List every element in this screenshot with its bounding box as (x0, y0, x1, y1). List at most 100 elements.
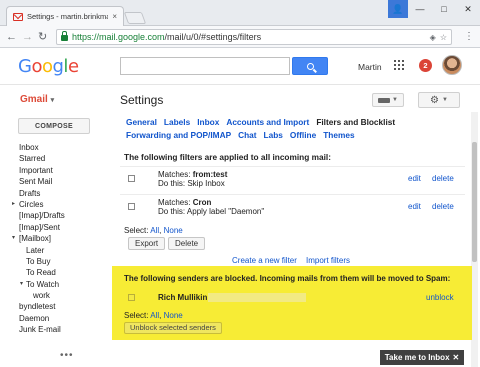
url-input[interactable]: https://mail.google.com/mail/u/0/#settin… (56, 29, 452, 45)
sidebar-item-later[interactable]: Later (0, 245, 112, 256)
url-host: https://mail.google.com (72, 32, 165, 42)
sidebar-item-to-buy[interactable]: To Buy (0, 256, 112, 267)
search-input[interactable] (120, 57, 290, 75)
close-icon[interactable]: ✕ (453, 353, 460, 362)
filter-select-controls: Select: All, None (124, 226, 183, 235)
sidebar-item-label: To Buy (26, 256, 51, 266)
create-filter-link[interactable]: Create a new filter (232, 256, 297, 265)
profile-icon[interactable]: 👤 (388, 0, 408, 18)
sidebar-item-imap-drafts[interactable]: [Imap]/Drafts (0, 210, 112, 221)
search-button[interactable] (292, 57, 328, 75)
filter-checkbox[interactable] (128, 175, 135, 182)
reload-button[interactable]: ↻ (38, 31, 47, 43)
scrollbar-thumb[interactable] (472, 142, 477, 262)
avatar[interactable] (442, 55, 462, 75)
blocked-sender-checkbox[interactable] (128, 294, 135, 301)
tab-forwarding[interactable]: Forwarding and POP/IMAP (126, 129, 231, 142)
select-all-link[interactable]: All (150, 311, 159, 320)
tab-labs[interactable]: Labs (264, 129, 283, 142)
sidebar-item-label: Later (26, 245, 45, 255)
browser-tab[interactable]: Settings - martin.brinkma × (6, 6, 124, 26)
collapse-arrow-icon[interactable]: ▾ (20, 279, 23, 290)
compose-button[interactable]: COMPOSE (18, 118, 90, 134)
close-window-button[interactable]: ✕ (456, 0, 480, 18)
extension-icon[interactable]: ◈ (430, 33, 436, 42)
sidebar-item-inbox[interactable]: Inbox (0, 142, 112, 153)
filter-checkbox[interactable] (128, 203, 135, 210)
tab-chat[interactable]: Chat (238, 129, 256, 142)
back-button[interactable]: ← (6, 31, 17, 43)
chevron-down-icon: ▾ (50, 97, 55, 104)
sidebar-item-imap-sent[interactable]: [Imap]/Sent (0, 222, 112, 233)
settings-tabs: General Labels Inbox Accounts and Import… (120, 116, 465, 142)
tab-inbox[interactable]: Inbox (197, 116, 219, 129)
page-title: Settings (120, 93, 164, 107)
settings-gear-button[interactable]: ⚙ ▼ (418, 92, 460, 108)
tab-accounts-and-import[interactable]: Accounts and Import (226, 116, 309, 129)
tab-close-icon[interactable]: × (112, 12, 117, 21)
select-label: Select: (124, 226, 151, 235)
gmail-label: Gmail (20, 94, 48, 105)
select-none-link[interactable]: None (164, 226, 183, 235)
expand-arrow-icon[interactable]: ▸ (12, 199, 15, 210)
filters-heading: The following filters are applied to all… (124, 152, 331, 162)
tab-themes[interactable]: Themes (323, 129, 354, 142)
maximize-button[interactable]: □ (432, 0, 456, 18)
notification-badge[interactable]: 2 (419, 59, 432, 72)
forward-button[interactable]: → (22, 31, 33, 43)
sidebar-item-sent-mail[interactable]: Sent Mail (0, 176, 112, 187)
url-text: https://mail.google.com/mail/u/0/#settin… (72, 32, 426, 42)
settings-tabs-row2: Forwarding and POP/IMAP Chat Labs Offlin… (120, 129, 465, 142)
sidebar-item-to-read[interactable]: To Read (0, 267, 112, 278)
google-logo[interactable]: Google (18, 56, 79, 77)
filter-delete-link[interactable]: delete (432, 202, 454, 211)
export-button[interactable]: Export (128, 237, 166, 250)
unblock-link[interactable]: unblock (426, 293, 454, 302)
gear-icon: ⚙ (430, 94, 439, 106)
sidebar-item-important[interactable]: Important (0, 165, 112, 176)
sidebar-item-label: Drafts (19, 188, 41, 198)
sidebar-item-label: Starred (19, 154, 46, 164)
tab-labels[interactable]: Labels (164, 116, 190, 129)
sidebar-item-byndletest[interactable]: byndletest (0, 301, 112, 312)
select-all-link[interactable]: All (150, 226, 159, 235)
sidebar-item-mailbox[interactable]: ▾ [Mailbox] (0, 233, 112, 244)
chevron-down-icon: ▼ (392, 97, 398, 103)
take-me-to-inbox-button[interactable]: Take me to Inbox ✕ (380, 350, 464, 365)
sidebar-item-label: Inbox (19, 143, 39, 152)
unblock-selected-button[interactable]: Unblock selected senders (124, 322, 222, 334)
sidebar-item-junk-e-mail[interactable]: Junk E-mail (0, 324, 112, 335)
more-labels-icon[interactable]: ••• (60, 350, 74, 361)
filter-delete-link[interactable]: delete (432, 174, 454, 183)
sidebar-item-daemon[interactable]: Daemon (0, 313, 112, 324)
scrollbar[interactable] (471, 112, 478, 367)
browser-tab-bar: Settings - martin.brinkma × 👤 — □ ✕ (0, 0, 480, 26)
account-name[interactable]: Martin (358, 62, 382, 72)
logo-letter: e (67, 56, 79, 77)
input-tools-button[interactable]: ▼ (372, 93, 404, 107)
new-tab-button[interactable] (123, 12, 147, 24)
tab-offline[interactable]: Offline (290, 129, 316, 142)
search-icon (306, 62, 314, 70)
select-none-link[interactable]: None (164, 311, 183, 320)
delete-button[interactable]: Delete (168, 237, 206, 250)
minimize-button[interactable]: — (408, 0, 432, 18)
filter-edit-link[interactable]: edit (408, 202, 421, 211)
blocked-select-controls: Select: All, None (124, 311, 183, 320)
collapse-arrow-icon[interactable]: ▾ (12, 233, 15, 244)
tab-general[interactable]: General (126, 116, 157, 129)
sidebar-item-starred[interactable]: Starred (0, 153, 112, 164)
bookmark-star-icon[interactable]: ☆ (440, 33, 447, 42)
gmail-menu[interactable]: Gmail ▾ (20, 94, 54, 105)
address-bar: ← → ↻ https://mail.google.com/mail/u/0/#… (0, 26, 480, 48)
sidebar-item-work[interactable]: work (0, 290, 112, 301)
filter-edit-link[interactable]: edit (408, 174, 421, 183)
import-filters-link[interactable]: Import filters (306, 256, 350, 265)
sidebar-item-label: [Imap]/Sent (19, 222, 60, 232)
sidebar-item-to-watch[interactable]: ▾ To Watch (0, 279, 112, 290)
apps-grid-icon[interactable] (394, 60, 404, 70)
browser-menu-icon[interactable]: ⋮ (464, 31, 474, 42)
sidebar-item-circles[interactable]: ▸ Circles (0, 199, 112, 210)
sidebar-item-drafts[interactable]: Drafts (0, 188, 112, 199)
tab-filters-and-blocklist[interactable]: Filters and Blocklist (316, 116, 395, 129)
